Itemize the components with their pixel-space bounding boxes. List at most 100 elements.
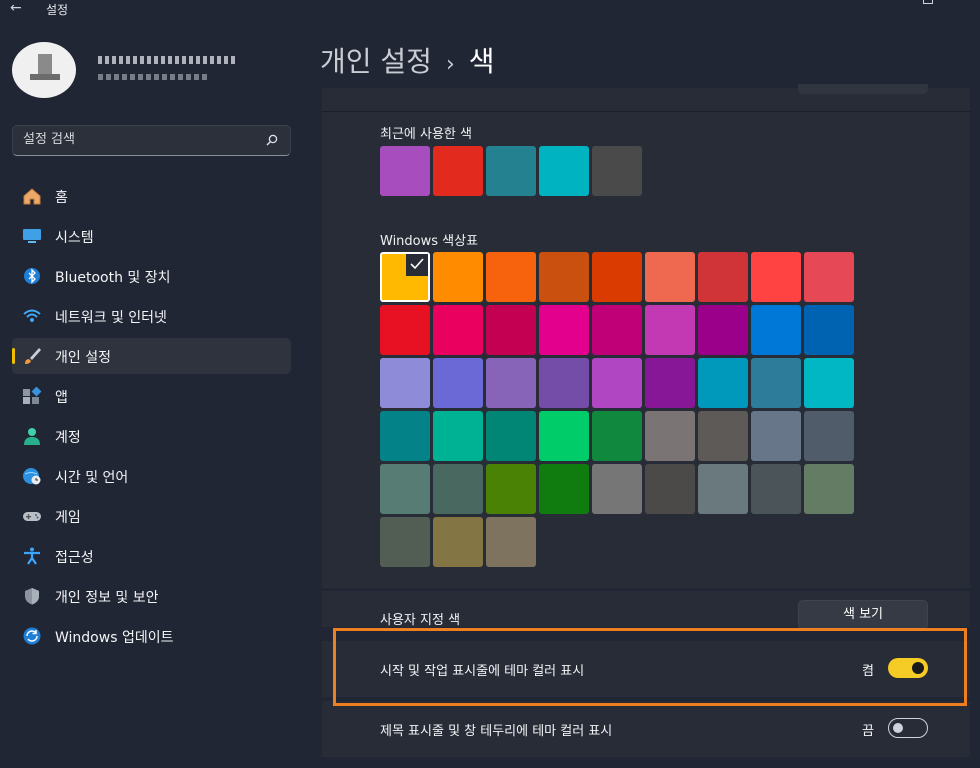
sidebar-item-label: 개인 설정 <box>55 350 111 366</box>
palette-color-swatch[interactable] <box>539 252 589 302</box>
taskbar-accent-state: 켬 <box>862 664 874 679</box>
palette-color-swatch[interactable] <box>645 358 695 408</box>
palette-color-swatch[interactable] <box>433 517 483 567</box>
palette-color-swatch[interactable] <box>592 358 642 408</box>
recent-color-swatch[interactable] <box>592 146 642 196</box>
palette-color-swatch[interactable] <box>433 464 483 514</box>
sidebar-item[interactable]: 접근성 <box>12 538 291 574</box>
palette-color-swatch[interactable] <box>698 411 748 461</box>
colors-panel: 최근에 사용한 색 Windows 색상표 사용자 지정 색 시작 및 작업 표… <box>322 84 970 768</box>
palette-color-swatch[interactable] <box>539 358 589 408</box>
sidebar-item-label: 앱 <box>55 390 68 406</box>
palette-color-swatch[interactable] <box>380 252 430 302</box>
palette-color-swatch[interactable] <box>380 305 430 355</box>
search-box[interactable] <box>12 125 291 156</box>
palette-color-swatch[interactable] <box>804 252 854 302</box>
sidebar-item[interactable]: 시간 및 언어 <box>12 458 291 494</box>
breadcrumb-separator: › <box>445 52 455 77</box>
palette-color-swatch[interactable] <box>645 464 695 514</box>
sidebar-item[interactable]: 앱 <box>12 378 291 414</box>
palette-color-swatch[interactable] <box>539 305 589 355</box>
palette-color-swatch[interactable] <box>804 358 854 408</box>
palette-color-swatch[interactable] <box>486 464 536 514</box>
home-icon <box>22 187 42 205</box>
previous-row-button-edge <box>798 84 928 94</box>
breadcrumb-personalization[interactable]: 개인 설정 <box>320 45 432 78</box>
search-icon[interactable] <box>266 134 278 146</box>
palette-color-swatch[interactable] <box>486 252 536 302</box>
custom-color-label: 사용자 지정 색 <box>380 613 461 628</box>
palette-color-swatch[interactable] <box>751 305 801 355</box>
sidebar-item[interactable]: 계정 <box>12 418 291 454</box>
view-colors-button[interactable]: 색 보기 <box>798 600 928 630</box>
palette-color-swatch[interactable] <box>592 252 642 302</box>
maximize-icon[interactable] <box>923 0 933 4</box>
palette-color-swatch[interactable] <box>380 464 430 514</box>
recent-color-swatch[interactable] <box>539 146 589 196</box>
palette-color-swatch[interactable] <box>804 305 854 355</box>
palette-color-swatch[interactable] <box>698 358 748 408</box>
palette-color-swatch[interactable] <box>433 252 483 302</box>
palette-color-swatch[interactable] <box>486 411 536 461</box>
sidebar-item[interactable]: 게임 <box>12 498 291 534</box>
palette-color-swatch[interactable] <box>592 305 642 355</box>
palette-color-swatch[interactable] <box>433 358 483 408</box>
sidebar-item-label: 계정 <box>55 430 81 446</box>
breadcrumb-current: 색 <box>468 45 495 78</box>
taskbar-accent-toggle[interactable] <box>888 658 928 678</box>
sidebar-item-label: Windows 업데이트 <box>55 630 174 646</box>
palette-color-swatch[interactable] <box>433 305 483 355</box>
bluetooth-icon <box>22 267 42 285</box>
palette-color-swatch[interactable] <box>380 358 430 408</box>
titlebar-accent-row: 제목 표시줄 및 창 테두리에 테마 컬러 표시 끔 <box>322 701 970 757</box>
palette-color-swatch[interactable] <box>645 411 695 461</box>
recent-color-swatch[interactable] <box>433 146 483 196</box>
palette-color-swatch[interactable] <box>380 411 430 461</box>
palette-color-swatch[interactable] <box>380 517 430 567</box>
search-input[interactable] <box>23 132 253 147</box>
palette-color-swatch[interactable] <box>486 305 536 355</box>
palette-color-swatch[interactable] <box>698 464 748 514</box>
palette-color-swatch[interactable] <box>751 252 801 302</box>
palette-color-swatch[interactable] <box>539 464 589 514</box>
sidebar-item[interactable]: 개인 설정 <box>12 338 291 374</box>
palette-color-swatch[interactable] <box>539 411 589 461</box>
sidebar-item[interactable]: 시스템 <box>12 218 291 254</box>
user-profile[interactable] <box>10 40 290 100</box>
user-name-redacted <box>98 56 238 64</box>
avatar <box>12 42 76 98</box>
palette-color-swatch[interactable] <box>751 464 801 514</box>
brush-icon <box>22 347 42 365</box>
sidebar-item[interactable]: 홈 <box>12 178 291 214</box>
recent-color-swatch[interactable] <box>486 146 536 196</box>
sidebar-item[interactable]: Windows 업데이트 <box>12 618 291 654</box>
palette-color-swatch[interactable] <box>804 464 854 514</box>
sidebar-item[interactable]: 개인 정보 및 보안 <box>12 578 291 614</box>
previous-row <box>322 84 970 112</box>
sidebar-item-label: 게임 <box>55 510 81 526</box>
palette-color-swatch[interactable] <box>433 411 483 461</box>
palette-color-swatch[interactable] <box>645 252 695 302</box>
sidebar-item-label: 개인 정보 및 보안 <box>55 590 159 606</box>
wifi-icon <box>22 307 42 325</box>
palette-color-swatch[interactable] <box>804 411 854 461</box>
recent-color-swatch[interactable] <box>380 146 430 196</box>
back-button[interactable]: ← <box>10 0 28 18</box>
account-icon <box>22 427 42 445</box>
palette-color-swatch[interactable] <box>698 252 748 302</box>
palette-color-swatch[interactable] <box>592 464 642 514</box>
palette-color-swatch[interactable] <box>751 358 801 408</box>
sidebar-item[interactable]: 네트워크 및 인터넷 <box>12 298 291 334</box>
palette-color-swatch[interactable] <box>751 411 801 461</box>
palette-color-swatch[interactable] <box>592 411 642 461</box>
titlebar-accent-toggle[interactable] <box>888 718 928 738</box>
sidebar-item-label: 시스템 <box>55 230 94 246</box>
globe-clock-icon <box>22 467 42 485</box>
shield-icon <box>22 587 42 605</box>
palette-color-swatch[interactable] <box>486 358 536 408</box>
palette-color-swatch[interactable] <box>698 305 748 355</box>
sidebar-item-label: Bluetooth 및 장치 <box>55 270 171 286</box>
sidebar-item[interactable]: Bluetooth 및 장치 <box>12 258 291 294</box>
palette-color-swatch[interactable] <box>486 517 536 567</box>
palette-color-swatch[interactable] <box>645 305 695 355</box>
